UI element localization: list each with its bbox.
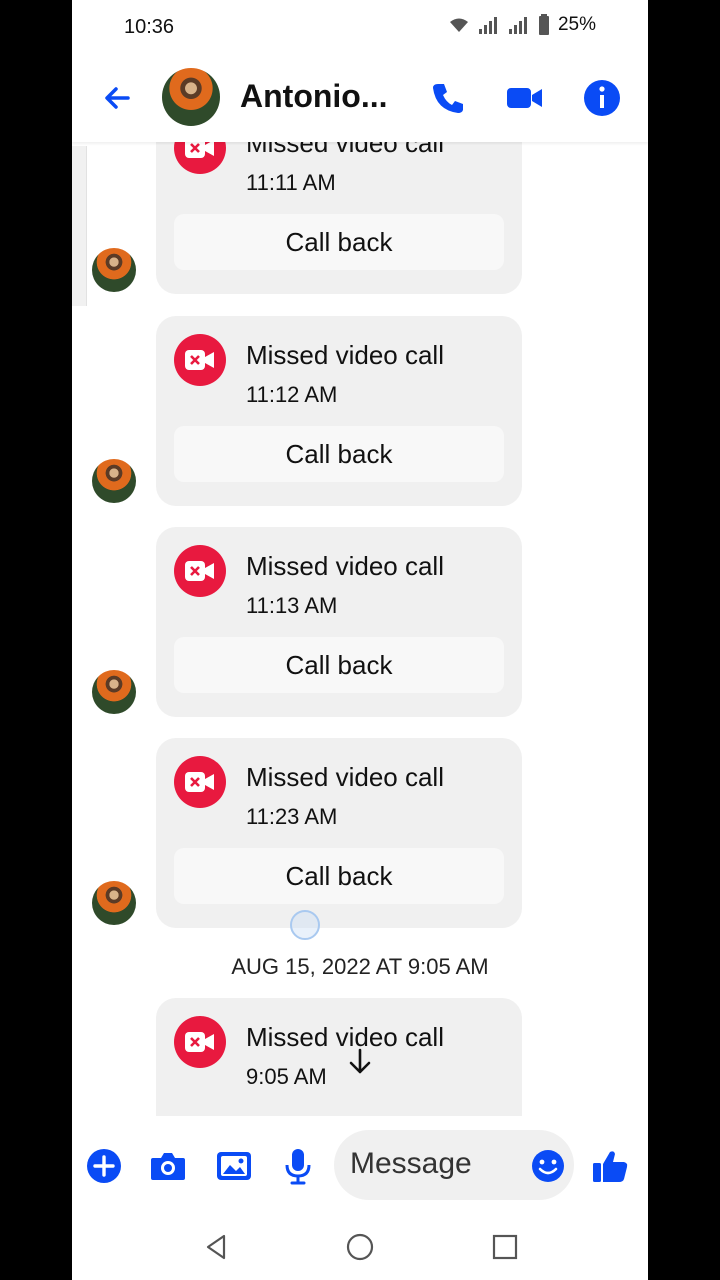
signal-icon [508,17,527,34]
missed-video-call-icon [174,545,226,597]
emoji-icon[interactable] [528,1146,568,1186]
sender-avatar [92,670,136,714]
missed-video-call-icon [174,756,226,808]
screen: 10:36 25% Antonio... Missed video call 1… [72,0,648,1280]
arrow-down-icon[interactable] [342,1044,378,1080]
call-back-button[interactable]: Call back [174,214,504,270]
system-navigation-bar [72,1214,648,1280]
status-bar: 10:36 25% [72,0,648,56]
call-title: Missed video call [246,762,444,792]
call-title: Missed video call [246,340,444,370]
nav-home-icon[interactable] [345,1232,375,1262]
call-time: 11:11 AM [246,170,336,195]
battery-percent: 25% [557,14,596,35]
call-time: 9:05 AM [246,1064,327,1089]
missed-video-call-icon [174,334,226,386]
missed-video-call-icon [174,1016,226,1068]
call-time: 11:23 AM [246,804,338,829]
call-time: 11:13 AM [246,593,338,618]
call-back-button[interactable]: Call back [174,848,504,904]
message-composer: Message [72,1116,648,1214]
wifi-icon [449,18,468,32]
microphone-icon[interactable] [278,1146,318,1186]
touch-indicator [290,910,320,940]
missed-call-card: Missed video call 11:12 AM Call back [156,316,522,506]
message-thread[interactable]: Missed video call 11:11 AM Call back Mis… [72,142,648,1116]
call-title: Missed video call [246,142,444,158]
info-icon[interactable] [582,78,622,118]
signal-icon [478,17,497,34]
missed-call-card: Missed video call 11:13 AM Call back [156,527,522,717]
message-placeholder: Message [350,1147,472,1180]
sender-avatar [92,248,136,292]
nav-back-icon[interactable] [202,1232,232,1262]
thumbs-up-icon[interactable] [590,1146,630,1186]
battery-icon [538,14,549,35]
sender-avatar [92,459,136,503]
chat-header: Antonio... [72,56,648,142]
back-arrow-icon[interactable] [98,78,138,118]
gallery-icon[interactable] [214,1146,254,1186]
call-title: Missed video call [246,551,444,581]
call-back-button[interactable]: Call back [174,637,504,693]
sender-avatar [92,881,136,925]
date-separator: AUG 15, 2022 AT 9:05 AM [231,954,489,979]
scrollbar[interactable] [72,146,87,306]
call-time: 11:12 AM [246,382,338,407]
call-back-button[interactable]: Call back [174,426,504,482]
contact-name[interactable]: Antonio... [240,78,388,115]
missed-call-card: Missed video call 11:23 AM Call back [156,738,522,928]
nav-recents-icon[interactable] [490,1232,520,1262]
status-time: 10:36 [124,16,175,38]
contact-avatar[interactable] [162,68,220,126]
missed-call-card: Missed video call 9:05 AM [156,998,522,1116]
status-icons: 25% [448,14,596,36]
video-camera-icon[interactable] [504,78,544,118]
phone-icon[interactable] [428,78,468,118]
missed-call-card: Missed video call 11:11 AM Call back [156,142,522,294]
missed-video-call-icon [174,142,226,174]
plus-icon[interactable] [84,1146,124,1186]
camera-icon[interactable] [148,1146,188,1186]
